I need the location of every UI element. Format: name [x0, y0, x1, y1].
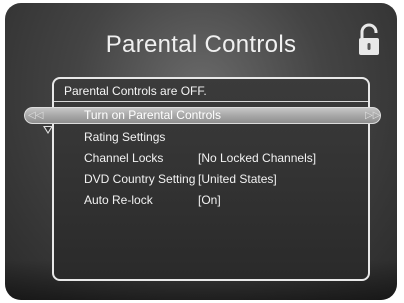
menu-item-auto-relock[interactable]: Auto Re-lock [On]: [84, 191, 374, 209]
scroll-left-arrow-icon[interactable]: ◁◁: [28, 109, 43, 122]
menu-item-value: [On]: [198, 193, 221, 207]
menu-item-turn-on-parental-controls[interactable]: Turn on Parental Controls: [84, 106, 374, 124]
scroll-down-arrow-icon[interactable]: [43, 126, 53, 134]
status-text: Parental Controls are OFF.: [64, 84, 207, 98]
unlocked-padlock-icon: [359, 23, 379, 55]
menu-item-label: Turn on Parental Controls: [84, 108, 221, 122]
menu-item-value: [No Locked Channels]: [198, 151, 317, 165]
menu-item-value: [United States]: [198, 172, 277, 186]
menu-item-channel-locks[interactable]: Channel Locks [No Locked Channels]: [84, 149, 374, 167]
page-title: Parental Controls: [105, 31, 297, 58]
menu-item-label: DVD Country Setting: [84, 172, 196, 186]
menu-item-label: Auto Re-lock: [84, 193, 153, 207]
menu-item-dvd-country-setting[interactable]: DVD Country Setting [United States]: [84, 170, 374, 188]
panel-divider: [54, 101, 368, 102]
menu-item-label: Rating Settings: [84, 130, 166, 144]
menu-item-rating-settings[interactable]: Rating Settings: [84, 128, 374, 146]
menu-item-label: Channel Locks: [84, 151, 164, 165]
